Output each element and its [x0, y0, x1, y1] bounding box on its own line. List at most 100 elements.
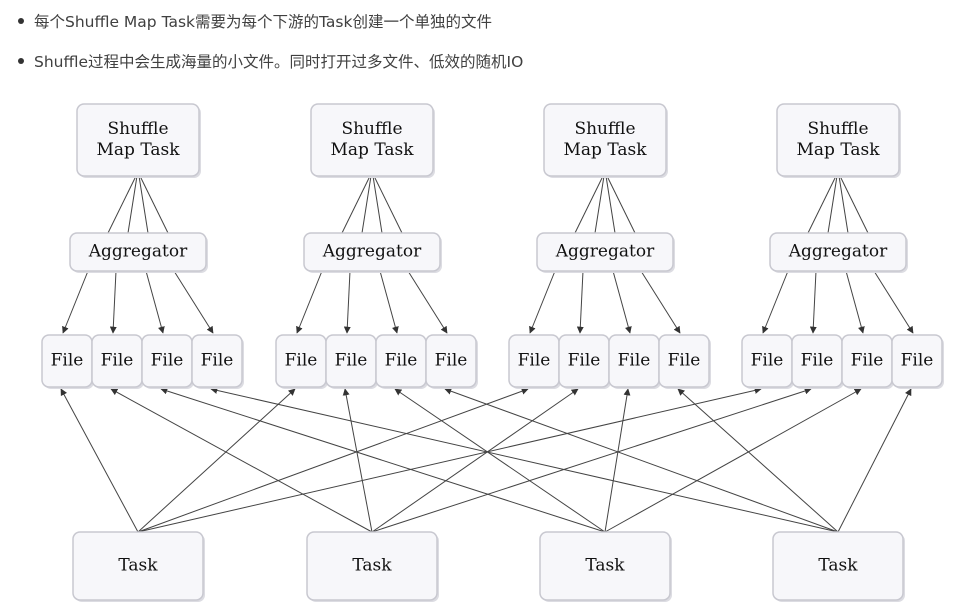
- task-to-file-edge: [677, 388, 839, 533]
- downstream-task-box: Task: [72, 531, 205, 602]
- shuffle-map-task-box-label: Map Task: [330, 140, 414, 160]
- file-box: File: [141, 334, 194, 389]
- aggregator-to-file-edge: [576, 270, 584, 334]
- shuffle-map-task-box: ShuffleMap Task: [76, 103, 201, 178]
- downstream-task-box: Task: [772, 531, 905, 602]
- aggregator-to-file-edge: [407, 270, 448, 334]
- aggregator-to-file-edge: [809, 270, 817, 334]
- task-to-file-edge: [137, 386, 762, 533]
- file-box: File: [375, 334, 428, 389]
- file-box: File: [658, 334, 711, 389]
- task-to-file-edge: [604, 388, 631, 533]
- aggregator-to-file-edge: [62, 270, 89, 334]
- map-to-aggregator-edge: [838, 175, 849, 234]
- map-to-aggregator-edge: [606, 175, 636, 234]
- aggregator-box-label: Aggregator: [555, 242, 655, 262]
- aggregator-to-file-edge: [873, 270, 914, 334]
- downstream-task-box: Task: [539, 531, 672, 602]
- file-box: File: [841, 334, 894, 389]
- file-box: File: [91, 334, 144, 389]
- aggregator-to-file-edge: [343, 270, 351, 334]
- map-to-aggregator-edge: [127, 175, 138, 234]
- shuffle-map-task-box: ShuffleMap Task: [776, 103, 901, 178]
- shuffle-map-task-box-label: Map Task: [96, 140, 180, 160]
- file-box: File: [508, 334, 561, 389]
- file-box: File: [891, 334, 944, 389]
- aggregator-box: Aggregator: [769, 232, 908, 273]
- map-to-aggregator-edge: [827, 175, 838, 234]
- task-to-file-edge: [371, 388, 579, 533]
- task-to-file-edge: [137, 388, 296, 533]
- map-to-aggregator-edge: [373, 175, 403, 234]
- map-to-aggregator-edge: [138, 175, 149, 234]
- downstream-task-box-label: Task: [585, 556, 625, 576]
- map-to-aggregator-edge: [139, 175, 169, 234]
- file-box: File: [325, 334, 378, 389]
- map-to-aggregator-edge: [107, 175, 137, 234]
- file-box: File: [558, 334, 611, 389]
- file-box-label: File: [385, 351, 418, 371]
- file-box-label: File: [618, 351, 651, 371]
- file-box-label: File: [801, 351, 834, 371]
- file-box-label: File: [668, 351, 701, 371]
- task-to-file-edge: [837, 388, 912, 533]
- aggregator-to-file-edge: [845, 270, 865, 334]
- task-to-file-edge: [60, 388, 139, 533]
- task-to-file-edge: [394, 388, 606, 533]
- file-box: File: [425, 334, 478, 389]
- downstream-task-box: Task: [306, 531, 439, 602]
- shuffle-diagram: ShuffleMap TaskShuffleMap TaskShuffleMap…: [41, 103, 944, 602]
- file-box: File: [191, 334, 244, 389]
- file-box-label: File: [901, 351, 934, 371]
- task-to-file-edge: [444, 387, 839, 533]
- shuffle-map-task-box: ShuffleMap Task: [543, 103, 668, 178]
- aggregator-box-label: Aggregator: [88, 242, 188, 262]
- aggregator-to-file-edge: [640, 270, 681, 334]
- map-to-aggregator-edge: [807, 175, 837, 234]
- shuffle-map-task-box-label: Map Task: [796, 140, 880, 160]
- file-box-label: File: [568, 351, 601, 371]
- task-to-file-edge: [160, 387, 606, 533]
- shuffle-map-task-box-label: Shuffle: [807, 119, 868, 139]
- map-to-aggregator-edge: [839, 175, 869, 234]
- shuffle-map-task-box-label: Shuffle: [107, 119, 168, 139]
- aggregator-to-file-edge: [529, 270, 556, 334]
- file-box-label: File: [285, 351, 318, 371]
- aggregator-to-file-edge: [109, 270, 117, 334]
- shuffle-map-task-box-label: Shuffle: [341, 119, 402, 139]
- map-to-aggregator-edge: [372, 175, 383, 234]
- file-box-label: File: [51, 351, 84, 371]
- file-box: File: [608, 334, 661, 389]
- downstream-task-box-label: Task: [352, 556, 392, 576]
- downstream-task-box-label: Task: [818, 556, 858, 576]
- downstream-task-box-label: Task: [118, 556, 158, 576]
- aggregator-to-file-edge: [296, 270, 323, 334]
- file-box-label: File: [435, 351, 468, 371]
- map-to-aggregator-edge: [574, 175, 604, 234]
- aggregator-box-label: Aggregator: [788, 242, 888, 262]
- aggregator-to-file-edge: [173, 270, 214, 334]
- map-to-aggregator-edge: [594, 175, 605, 234]
- file-box-label: File: [751, 351, 784, 371]
- file-box: File: [741, 334, 794, 389]
- file-box: File: [41, 334, 94, 389]
- aggregator-box-label: Aggregator: [322, 242, 422, 262]
- shuffle-map-task-box-label: Map Task: [563, 140, 647, 160]
- nodes-layer: ShuffleMap TaskShuffleMap TaskShuffleMap…: [41, 103, 944, 602]
- file-box: File: [791, 334, 844, 389]
- aggregator-to-file-edge: [379, 270, 399, 334]
- file-box: File: [275, 334, 328, 389]
- file-box-label: File: [851, 351, 884, 371]
- task-to-file-edge: [342, 388, 373, 533]
- map-to-aggregator-edge: [605, 175, 616, 234]
- map-to-aggregator-edge: [361, 175, 372, 234]
- file-box-label: File: [151, 351, 184, 371]
- map-to-aggregator-edge: [341, 175, 371, 234]
- file-box-label: File: [201, 351, 234, 371]
- shuffle-map-task-box-label: Shuffle: [574, 119, 635, 139]
- task-to-file-edge: [604, 388, 862, 533]
- aggregator-box: Aggregator: [303, 232, 442, 273]
- aggregator-to-file-edge: [762, 270, 789, 334]
- shuffle-map-task-box: ShuffleMap Task: [310, 103, 435, 178]
- aggregator-box: Aggregator: [536, 232, 675, 273]
